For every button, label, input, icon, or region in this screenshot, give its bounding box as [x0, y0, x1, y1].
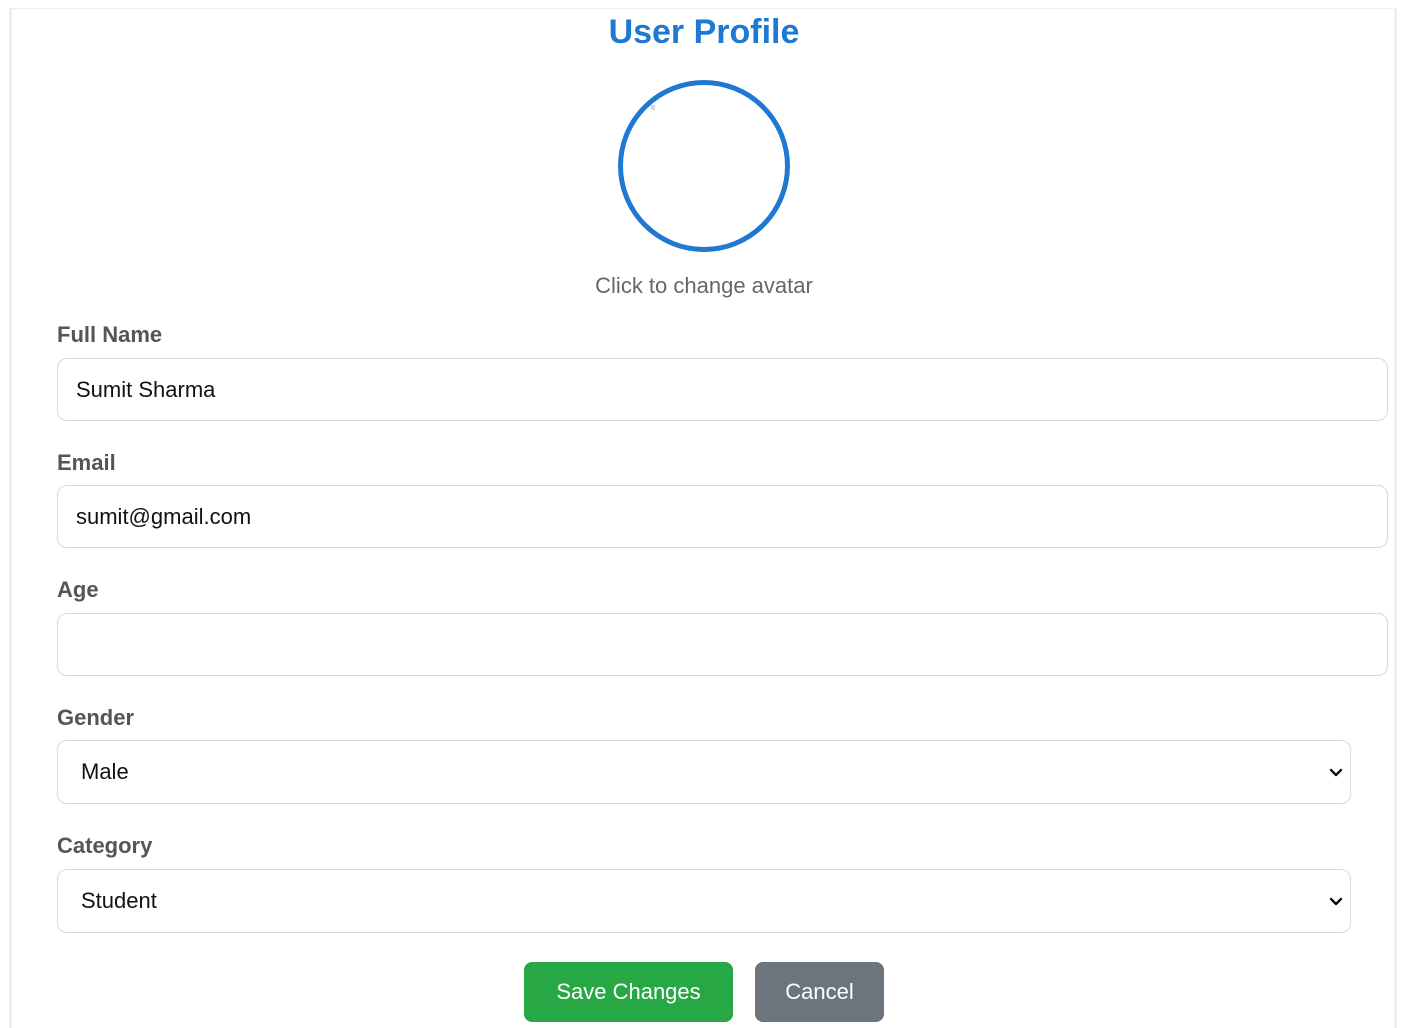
category-select[interactable]: Student — [57, 869, 1351, 933]
page-title: User Profile — [608, 13, 800, 51]
category-selected-value: Student — [81, 888, 157, 913]
email-label: Email — [57, 450, 116, 475]
cancel-button[interactable]: Cancel — [755, 962, 884, 1022]
avatar-button[interactable] — [618, 80, 790, 252]
email-input[interactable] — [57, 485, 1388, 548]
avatar-placeholder-icon — [651, 105, 655, 110]
chevron-down-icon — [1329, 768, 1343, 777]
category-label: Category — [57, 833, 153, 858]
age-input[interactable] — [57, 613, 1388, 676]
age-label: Age — [57, 577, 99, 602]
save-changes-button[interactable]: Save Changes — [524, 962, 733, 1022]
full-name-label: Full Name — [57, 322, 163, 347]
gender-selected-value: Male — [81, 759, 129, 784]
full-name-input[interactable] — [57, 358, 1388, 421]
gender-label: Gender — [57, 705, 135, 730]
cancel-label: Cancel — [785, 979, 854, 1004]
save-changes-label: Save Changes — [556, 979, 701, 1004]
chevron-down-icon — [1329, 897, 1343, 906]
avatar-hint: Click to change avatar — [595, 273, 813, 298]
gender-select[interactable]: Male — [57, 740, 1351, 804]
